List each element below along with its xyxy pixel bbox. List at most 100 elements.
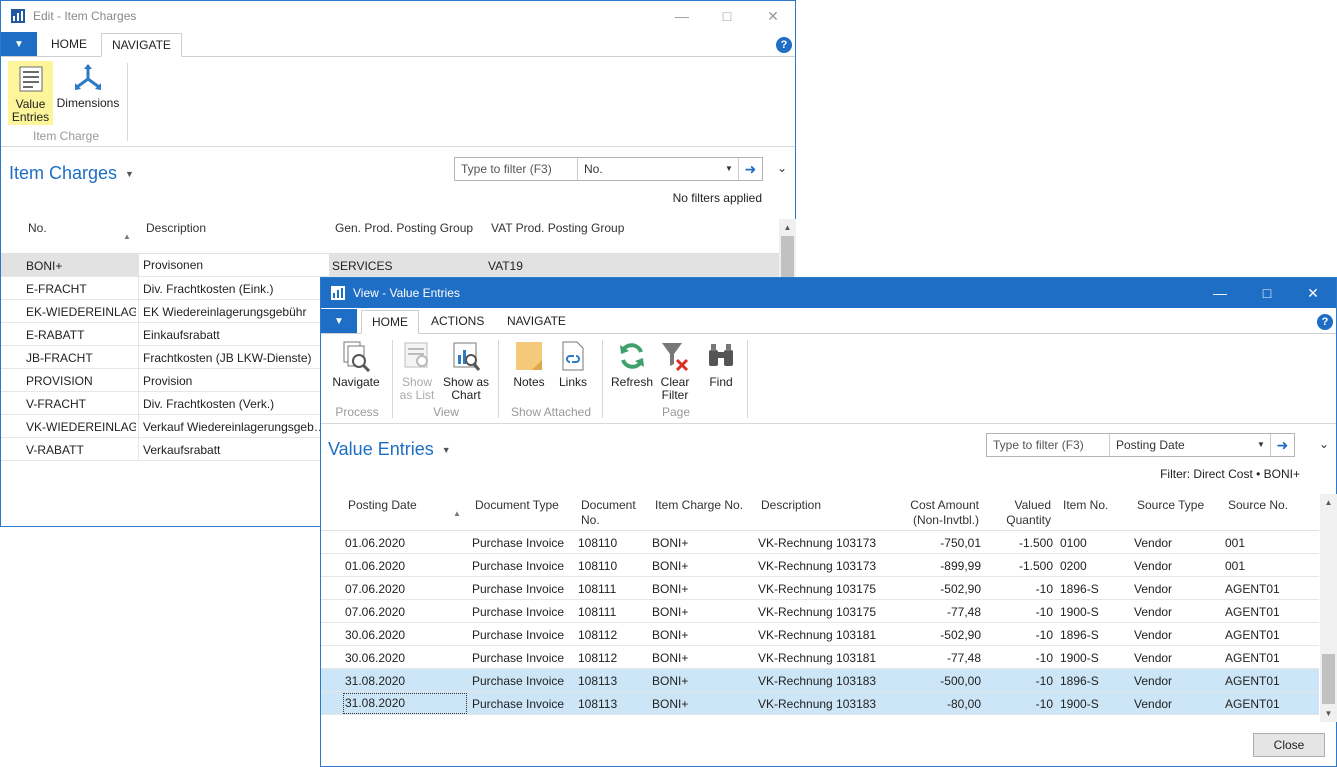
table-row[interactable]: EK-WIEDEREINLAG EK Wiedereinlagerungsgebü… [1, 300, 323, 323]
page-title-text-2: Value Entries [328, 439, 434, 459]
tab-home[interactable]: HOME [41, 33, 97, 57]
column-divider [138, 415, 139, 438]
col-header-description[interactable]: Description [146, 221, 206, 236]
table-row[interactable]: 01.06.2020 Purchase Invoice 108110 BONI+ VK-… [321, 554, 1319, 577]
column-divider [138, 438, 139, 461]
show-as-list-button[interactable]: Show as List [397, 340, 437, 402]
links-button[interactable]: Links [553, 340, 593, 389]
col-header-cost-amount[interactable]: Cost Amount (Non-Invtbl.) [877, 498, 979, 528]
minimize-button-2[interactable]: — [1197, 278, 1243, 308]
help-icon-2[interactable]: ? [1317, 314, 1333, 330]
tab-home-2[interactable]: HOME [361, 310, 419, 334]
expand-chevron-icon[interactable]: ⌄ [777, 161, 787, 175]
col-header-gen-prod[interactable]: Gen. Prod. Posting Group [335, 221, 473, 236]
close-button[interactable]: Close [1253, 733, 1325, 757]
value-entries-button[interactable]: Value Entries [8, 61, 53, 125]
clear-filter-button[interactable]: Clear Filter [657, 340, 693, 402]
page-title-2[interactable]: Value Entries ▼ [328, 439, 451, 460]
links-icon [558, 340, 588, 372]
close-window-button[interactable]: ✕ [750, 1, 796, 31]
table-row[interactable]: PROVISION Provision [1, 369, 323, 392]
scroll-up-icon-2[interactable]: ▲ [1320, 494, 1337, 511]
table-row[interactable]: JB-FRACHT Frachtkosten (JB LKW-Dienste) [1, 346, 323, 369]
binoculars-icon [706, 340, 736, 372]
maximize-button[interactable]: □ [704, 1, 750, 31]
vertical-scrollbar-2[interactable]: ▲ ▼ [1320, 494, 1337, 722]
arrow-right-icon-2[interactable]: ➜ [1270, 434, 1294, 456]
col-header-document-type[interactable]: Document Type [475, 498, 559, 513]
help-icon[interactable]: ? [776, 37, 792, 53]
col-header-source-type[interactable]: Source Type [1137, 498, 1204, 513]
close-window-button-2[interactable]: ✕ [1290, 278, 1336, 308]
table-row[interactable]: 07.06.2020 Purchase Invoice 108111 BONI+ VK-… [321, 600, 1319, 623]
table-row[interactable]: VK-WIEDEREINLAG Verkauf Wiedereinlagerung… [1, 415, 323, 438]
table-row[interactable]: E-RABATT Einkaufsrabatt [1, 323, 323, 346]
cell-docno: 108113 [578, 674, 618, 688]
refresh-button[interactable]: Refresh [609, 340, 655, 389]
find-button[interactable]: Find [701, 340, 741, 389]
dimensions-button[interactable]: Dimensions [56, 63, 120, 115]
ribbon-group-show-attached: Show Attached [510, 405, 592, 419]
table-row[interactable]: 31.08.2020 Purchase Invoice 108113 BONI+ VK-… [321, 692, 1319, 715]
page-title[interactable]: Item Charges ▼ [9, 163, 134, 184]
app-menu-button[interactable]: ▼ [1, 32, 37, 56]
notes-button[interactable]: Notes [508, 340, 550, 389]
cell-sno: AGENT01 [1225, 605, 1280, 619]
col-header-item-charge-no[interactable]: Item Charge No. [655, 498, 743, 513]
scroll-thumb-2[interactable] [1322, 654, 1335, 704]
table-row[interactable]: V-RABATT Verkaufsrabatt [1, 438, 323, 461]
scroll-down-icon-2[interactable]: ▼ [1320, 705, 1337, 722]
col-header-item-no[interactable]: Item No. [1063, 498, 1108, 513]
navigate-button[interactable]: Navigate [330, 340, 382, 389]
col-header-source-no[interactable]: Source No. [1228, 498, 1288, 513]
app-menu-button-2[interactable]: ▼ [321, 309, 357, 333]
tab-actions-2[interactable]: ACTIONS [421, 310, 494, 334]
page-menu-caret-icon[interactable]: ▼ [125, 169, 134, 179]
filter-search-input-2[interactable]: Type to filter (F3) [987, 438, 1084, 452]
cell-doctype: Purchase Invoice [472, 582, 565, 596]
table-row[interactable]: 01.06.2020 Purchase Invoice 108110 BONI+ VK-… [321, 531, 1319, 554]
col-header-posting-date[interactable]: Posting Date [348, 498, 417, 513]
table-row[interactable]: E-FRACHT Div. Frachtkosten (Eink.) [1, 277, 323, 300]
filter-field-dropdown[interactable]: No. [577, 158, 737, 180]
col-header-no[interactable]: No. [28, 221, 47, 236]
cell-qty: -10 [1035, 605, 1053, 619]
vertical-scrollbar[interactable]: ▲ [779, 219, 796, 279]
cell-doctype: Purchase Invoice [472, 674, 565, 688]
tab-navigate-2[interactable]: NAVIGATE [497, 310, 576, 334]
col-header-valued-qty[interactable]: Valued Quantity [985, 498, 1051, 528]
cell-no: VK-WIEDEREINLAG [26, 420, 136, 434]
show-as-chart-button[interactable]: Show as Chart [440, 340, 492, 402]
expand-chevron-icon-2[interactable]: ⌄ [1319, 437, 1329, 451]
col-header-document-no[interactable]: Document No. [581, 498, 636, 528]
table-row[interactable]: 31.08.2020 Purchase Invoice 108113 BONI+ VK-… [321, 669, 1319, 692]
maximize-button-2[interactable]: □ [1244, 278, 1290, 308]
arrow-right-icon[interactable]: ➜ [738, 158, 762, 180]
scroll-up-icon[interactable]: ▲ [779, 219, 796, 236]
page-menu-caret-icon-2[interactable]: ▼ [442, 445, 451, 455]
table-row[interactable]: 07.06.2020 Purchase Invoice 108111 BONI+ VK-… [321, 577, 1319, 600]
col-header-description-2[interactable]: Description [761, 498, 821, 513]
ribbon-tabs: ▼ HOME NAVIGATE ? [1, 31, 795, 57]
table-row[interactable]: 30.06.2020 Purchase Invoice 108112 BONI+ VK-… [321, 646, 1319, 669]
cell-stype: Vendor [1134, 674, 1173, 688]
filter-field-dropdown-2[interactable]: Posting Date [1109, 434, 1269, 456]
table-row[interactable]: BONI+ Provisonen SERVICES VAT19 [1, 254, 779, 277]
cell-desc: Verkaufsrabatt [143, 443, 221, 457]
table-row[interactable]: V-FRACHT Div. Frachtkosten (Verk.) [1, 392, 323, 415]
cell-charge: BONI+ [652, 697, 689, 711]
table-row[interactable]: 30.06.2020 Purchase Invoice 108112 BONI+ VK-… [321, 623, 1319, 646]
tab-navigate[interactable]: NAVIGATE [101, 33, 182, 57]
notes-label: Notes [513, 375, 545, 389]
minimize-button[interactable]: — [659, 1, 705, 31]
scroll-thumb[interactable] [781, 236, 794, 279]
col-header-valued-qty-2: Quantity [1006, 513, 1051, 527]
cell-charge: BONI+ [652, 559, 689, 573]
filter-search-input[interactable]: Type to filter (F3) [455, 162, 552, 176]
ribbon-group-page: Page [661, 405, 691, 419]
cell-stype: Vendor [1134, 605, 1173, 619]
col-header-vat-prod[interactable]: VAT Prod. Posting Group [491, 221, 624, 236]
cell-qty: -10 [1035, 582, 1053, 596]
cell-doctype: Purchase Invoice [472, 605, 565, 619]
show-as-list-icon [402, 340, 432, 372]
